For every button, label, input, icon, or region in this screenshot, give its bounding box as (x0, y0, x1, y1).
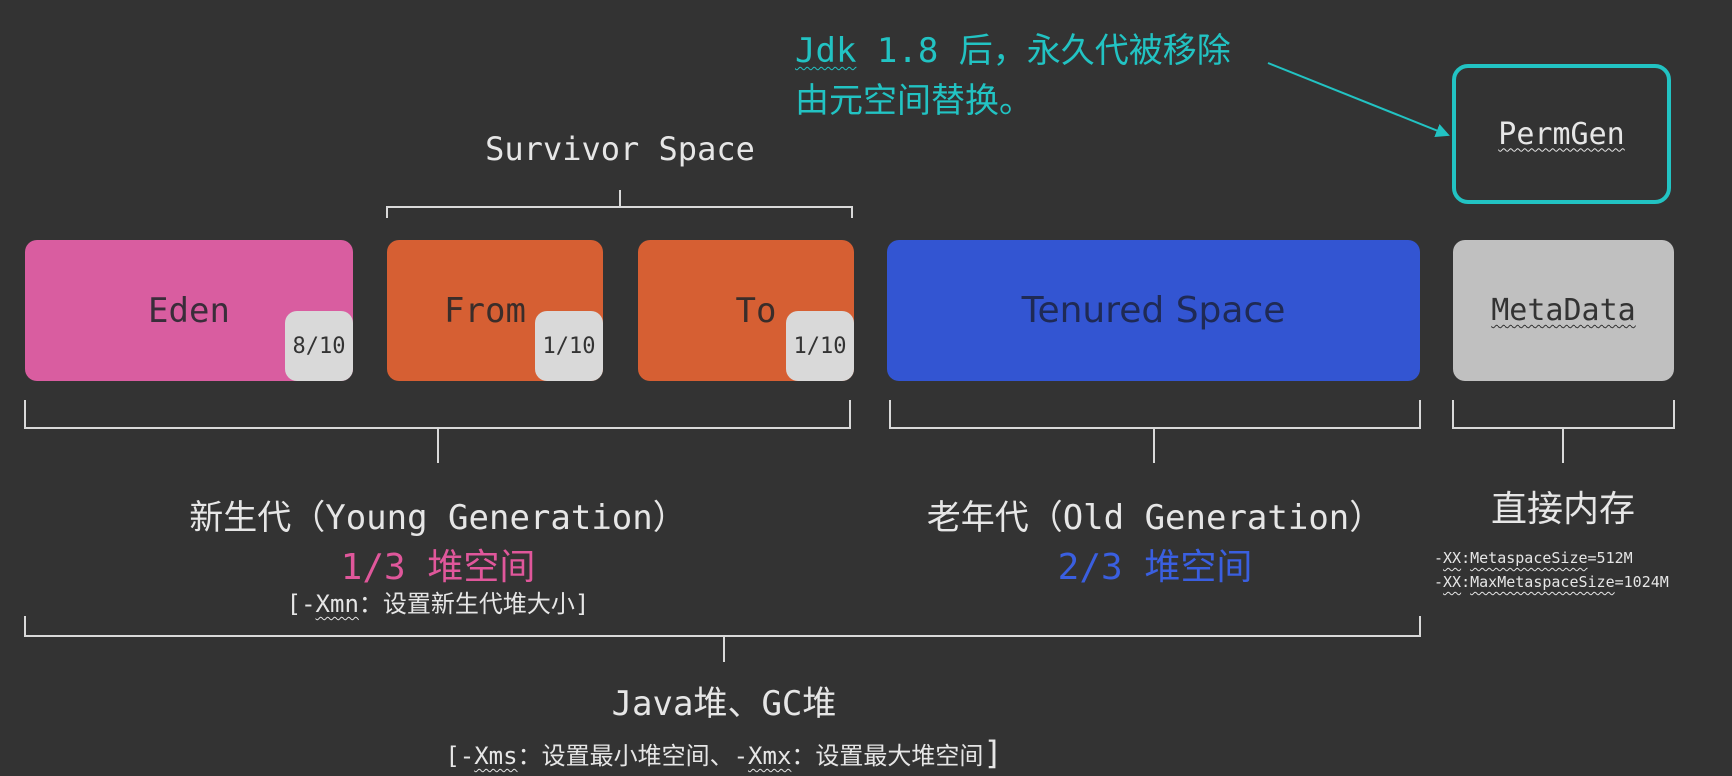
direct-memory-title: 直接内存 (1490, 489, 1635, 530)
xmx-flag: Xmx (748, 742, 792, 770)
survivor-bracket (386, 190, 853, 218)
from-ratio-badge: 1/10 (535, 311, 603, 381)
jdk-note-line2: 由元空间替换。 (795, 81, 1033, 121)
metadata-label: MetaData (1491, 293, 1636, 328)
jdk-note: Jdk 1.8 后，永久代被移除 由元空间替换。 (795, 26, 1231, 126)
tenured-space-box: Tenured Space (887, 240, 1420, 381)
young-param-open: [- (286, 590, 316, 618)
jdk-note-jdk: Jdk (795, 31, 857, 71)
survivor-space-label: Survivor Space (485, 130, 755, 168)
metadata-box: MetaData (1453, 240, 1674, 381)
tenured-space-label: Tenured Space (1021, 290, 1286, 331)
eden-ratio-badge: 8/10 (285, 311, 353, 381)
permgen-label: PermGen (1498, 116, 1625, 152)
old-generation-title: 老年代（Old Generation） (926, 498, 1384, 538)
young-generation-param: [-Xmn：设置新生代堆大小] (238, 584, 638, 619)
eden-box: Eden 8/10 (25, 240, 353, 381)
java-heap-param: [-Xms：设置最小堆空间、-Xmx：设置最大堆空间] (445, 734, 1003, 772)
to-box: To 1/10 (638, 240, 854, 381)
note-arrow (1267, 62, 1450, 138)
from-label: From (444, 290, 526, 331)
old-bracket (889, 400, 1421, 463)
young-generation-fraction: 1/3 堆空间 (340, 547, 536, 588)
java-heap-title: Java堆、GC堆 (611, 684, 837, 724)
eden-label: Eden (148, 290, 230, 331)
young-generation-title: 新生代（Young Generation） (189, 498, 687, 538)
young-bracket (24, 400, 851, 463)
to-label: To (735, 290, 777, 331)
old-generation-fraction: 2/3 堆空间 (1057, 547, 1253, 588)
max-metaspace-size-param: -XX:MaxMetaspaceSize=1024M (1434, 573, 1669, 591)
jdk-note-line1: Jdk 1.8 后，永久代被移除 (795, 26, 1231, 76)
permgen-box: PermGen (1452, 64, 1671, 204)
young-param-flag: Xmn (315, 590, 359, 618)
to-ratio-badge: 1/10 (786, 311, 854, 381)
young-param-rest: ：设置新生代堆大小] (358, 590, 590, 618)
direct-bracket (1452, 400, 1675, 463)
heap-bracket (24, 616, 1421, 662)
xms-flag: Xms (474, 742, 518, 770)
from-box: From 1/10 (387, 240, 603, 381)
direct-memory-params: -XX:MetaspaceSize=512M -XX:MaxMetaspaceS… (1434, 546, 1669, 594)
metaspace-size-param: -XX:MetaspaceSize=512M (1434, 549, 1633, 567)
jdk-note-line1-rest: 1.8 后，永久代被移除 (856, 31, 1231, 71)
